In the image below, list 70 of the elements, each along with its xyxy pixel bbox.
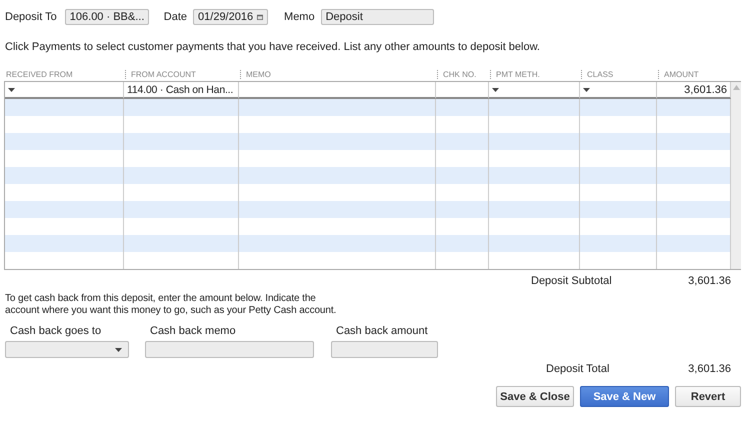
table-cell[interactable] <box>5 167 124 184</box>
table-cell[interactable] <box>657 235 731 252</box>
field-label: Cash back goes to <box>9 325 102 337</box>
table-cell[interactable] <box>657 133 731 150</box>
memo-label: Memo <box>284 11 315 23</box>
table-cell[interactable] <box>580 167 657 184</box>
cash-back-amount-field[interactable] <box>331 341 438 358</box>
deposit-to-label: Deposit To <box>5 11 57 23</box>
column-header: MEMO <box>246 70 271 78</box>
primary-button[interactable]: Save & New <box>580 386 669 407</box>
table-cell[interactable] <box>436 235 489 252</box>
column-header: CHK NO. <box>443 70 476 78</box>
subtotal-value: 3,601.36 <box>688 275 731 287</box>
cash-back-memo-field[interactable] <box>145 341 314 358</box>
table-cell[interactable] <box>239 133 436 150</box>
table-cell[interactable] <box>5 235 124 252</box>
scroll-up-icon[interactable] <box>732 85 740 90</box>
total-label: Deposit Total <box>546 363 610 375</box>
date-field[interactable]: 01/29/2016 <box>193 9 268 25</box>
action-button[interactable]: Revert <box>675 386 741 407</box>
table-cell[interactable] <box>489 167 580 184</box>
table-cell[interactable] <box>580 235 657 252</box>
table-cell[interactable] <box>489 99 580 116</box>
field-label: Cash back amount <box>335 325 429 337</box>
table-cell[interactable] <box>580 133 657 150</box>
table-cell[interactable] <box>489 235 580 252</box>
cash-back-text: To get cash back from this deposit, enter the amount below. Indicate the account where you want this money to go, such as your Petty Cash account. <box>5 293 338 317</box>
table-cell[interactable] <box>239 99 436 116</box>
instruction-text: Click Payments to select customer payments that you have received. List any other amounts to deposit below. <box>5 41 541 55</box>
caret-icon <box>115 348 122 352</box>
table-cell[interactable] <box>657 167 731 184</box>
table-cell[interactable] <box>436 201 489 218</box>
table-cell[interactable] <box>5 133 124 150</box>
field-label: Cash back memo <box>149 325 237 337</box>
caret-icon <box>492 88 499 92</box>
table-cell[interactable] <box>657 99 731 116</box>
table-cell[interactable] <box>489 201 580 218</box>
column-header: CLASS <box>587 70 614 78</box>
caret-icon <box>583 88 590 92</box>
table-cell[interactable] <box>239 235 436 252</box>
table-cell[interactable] <box>657 201 731 218</box>
column-header: AMOUNT <box>664 70 699 78</box>
table-cell[interactable] <box>489 133 580 150</box>
scroll-bar[interactable] <box>731 82 741 99</box>
table-cell[interactable] <box>124 167 239 184</box>
deposit-to-dropdown[interactable]: 106.00 · BB&... <box>64 9 149 25</box>
action-button[interactable]: Save & Close <box>496 386 574 407</box>
column-header: PMT METH. <box>496 70 540 78</box>
table-cell[interactable] <box>436 99 489 116</box>
column-header: FROM ACCOUNT <box>131 70 196 78</box>
table-cell[interactable] <box>124 201 239 218</box>
calendar-icon[interactable] <box>257 13 264 21</box>
table-cell[interactable] <box>239 167 436 184</box>
caret-icon <box>8 88 15 92</box>
column-header: RECEIVED FROM <box>6 70 73 78</box>
table-cell[interactable] <box>239 201 436 218</box>
date-label: Date <box>164 11 188 23</box>
table-cell[interactable] <box>436 133 489 150</box>
table-cell[interactable] <box>436 167 489 184</box>
subtotal-label: Deposit Subtotal <box>531 275 612 287</box>
table-cell[interactable] <box>580 201 657 218</box>
total-value: 3,601.36 <box>688 363 731 375</box>
cash-back-account-dropdown[interactable] <box>5 341 129 358</box>
table-cell[interactable] <box>124 133 239 150</box>
table-cell[interactable] <box>580 99 657 116</box>
table-cell[interactable] <box>5 99 124 116</box>
memo-field[interactable]: Deposit <box>320 9 434 25</box>
table-cell[interactable] <box>124 235 239 252</box>
table-cell[interactable] <box>5 201 124 218</box>
table-cell[interactable] <box>124 99 239 116</box>
